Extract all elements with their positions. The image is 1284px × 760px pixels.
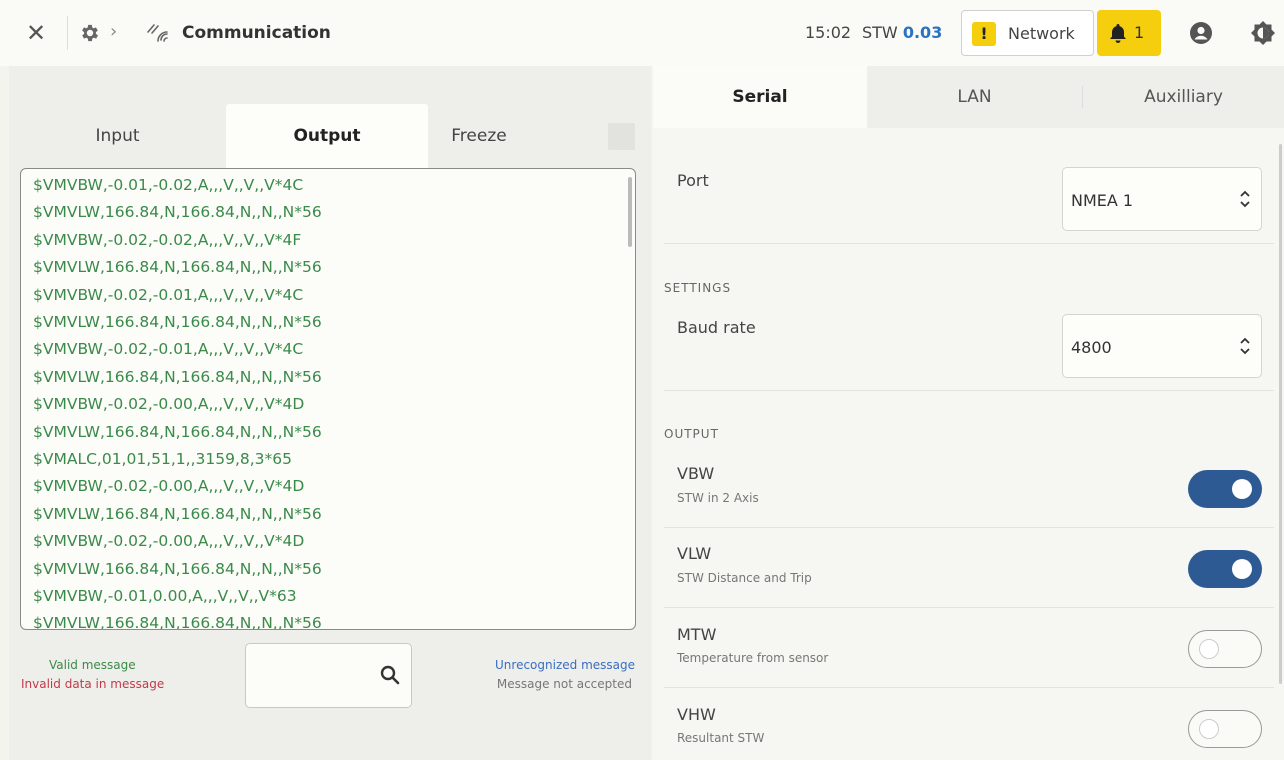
output-vhw-title: VHW (677, 705, 716, 724)
tab-input[interactable]: Input (9, 104, 226, 168)
output-vbw-desc: STW in 2 Axis (677, 491, 759, 505)
log-line: $VMVBW,-0.02,-0.00,A,,,V,,V,,V*4D (33, 477, 305, 496)
log-line: $VMVBW,-0.01,-0.02,A,,,V,,V,,V*4C (33, 176, 304, 194)
divider (664, 687, 1274, 688)
divider (664, 607, 1274, 608)
tab-auxilliary[interactable]: Auxilliary (1083, 66, 1284, 128)
log-line: $VMVLW,166.84,N,166.84,N,,N,,N*56 (33, 504, 322, 523)
log-line: $VMVBW,-0.02,-0.01,A,,,V,,V,,V*4C (33, 285, 304, 304)
port-settings-panel: Serial LAN Auxilliary Port NMEA 1 SETTIN… (653, 66, 1284, 760)
output-vbw-title: VBW (677, 464, 715, 483)
search-box (245, 643, 412, 708)
up-down-chevron-icon (1240, 190, 1250, 208)
legend-not-accepted: Message not accepted (496, 677, 632, 691)
output-vlw-title: VLW (677, 544, 712, 563)
port-value: NMEA 1 (1071, 191, 1134, 210)
search-input[interactable] (256, 662, 366, 690)
port-select[interactable]: NMEA 1 (1062, 167, 1262, 231)
network-status-button[interactable]: ! Network (961, 10, 1094, 56)
log-line: $VMVLW,166.84,N,166.84,N,,N,,N*56 (33, 422, 322, 441)
baud-rate-select[interactable]: 4800 (1062, 314, 1262, 378)
search-icon[interactable] (379, 664, 401, 686)
clock: 15:02 (805, 23, 852, 42)
top-bar: ✕ › Communication 15:02 STW 0.03 ! Netwo… (0, 0, 1284, 66)
stw-label: STW (862, 23, 898, 42)
gear-icon[interactable] (79, 22, 101, 44)
warning-icon: ! (972, 22, 996, 46)
breadcrumb-chevron-icon: › (110, 21, 118, 42)
legend-invalid-data: Invalid data in message (21, 677, 165, 691)
communication-icon (147, 24, 168, 42)
divider (664, 390, 1274, 391)
legend-unrecognized-message: Unrecognized message (495, 658, 635, 672)
log-line: $VMVLW,166.84,N,166.84,N,,N,,N*56 (33, 367, 322, 386)
output-mtw-title: MTW (677, 625, 717, 644)
port-label: Port (677, 171, 709, 190)
network-label: Network (1008, 24, 1075, 43)
stw-value: 0.03 (902, 23, 943, 42)
tab-serial[interactable]: Serial (653, 66, 867, 128)
freeze-checkbox[interactable] (608, 123, 635, 150)
log-line: $VMVBW,-0.02,-0.00,A,,,V,,V,,V*4D (33, 532, 305, 551)
message-monitor-panel: Input Output Freeze $VMVBW,-0.01,-0.02,A… (9, 66, 651, 760)
output-mtw-desc: Temperature from sensor (677, 651, 829, 665)
settings-section-header: SETTINGS (664, 281, 732, 295)
log-line: $VMVBW,-0.01,0.00,A,,,V,,V,,V*63 (33, 587, 297, 605)
stw-readout: STW 0.03 (862, 22, 942, 44)
divider (67, 16, 68, 50)
alerts-button[interactable]: 1 (1097, 10, 1161, 56)
baud-rate-label: Baud rate (677, 318, 756, 337)
toggle-knob (1232, 559, 1252, 579)
output-section-header: OUTPUT (664, 427, 719, 441)
log-line: $VMVBW,-0.02,-0.01,A,,,V,,V,,V*4C (33, 340, 304, 359)
port-type-tabs: Serial LAN Auxilliary (653, 66, 1284, 128)
tab-lan[interactable]: LAN (867, 66, 1082, 128)
output-vlw-desc: STW Distance and Trip (677, 571, 812, 585)
log-line: $VMVLW,166.84,N,166.84,N,,N,,N*56 (33, 559, 322, 578)
divider (664, 243, 1274, 244)
output-vlw-toggle[interactable] (1188, 550, 1262, 588)
baud-rate-value: 4800 (1071, 338, 1112, 357)
up-down-chevron-icon (1240, 337, 1250, 355)
toggle-knob (1199, 719, 1219, 739)
log-line: $VMVLW,166.84,N,166.84,N,,N,,N*56 (33, 258, 322, 277)
divider (664, 527, 1274, 528)
message-log[interactable]: $VMVBW,-0.01,-0.02,A,,,V,,V,,V*4C $VMVLW,… (20, 168, 636, 630)
log-line: $VMVLW,166.84,N,166.84,N,,N,,N*56 (33, 203, 322, 222)
log-scrollbar[interactable] (628, 177, 632, 247)
toggle-knob (1199, 639, 1219, 659)
user-icon[interactable] (1189, 21, 1213, 45)
close-icon[interactable]: ✕ (24, 20, 48, 46)
toggle-knob (1232, 479, 1252, 499)
log-line: $VMVBW,-0.02,-0.02,A,,,V,,V,,V*4F (33, 230, 302, 249)
output-vbw-toggle[interactable] (1188, 470, 1262, 508)
tab-output[interactable]: Output (226, 104, 428, 168)
output-vhw-desc: Resultant STW (677, 731, 765, 745)
alert-count: 1 (1134, 23, 1145, 42)
log-line: $VMVBW,-0.02,-0.00,A,,,V,,V,,V*4D (33, 395, 305, 414)
tab-freeze[interactable]: Freeze (428, 104, 530, 168)
brightness-icon[interactable] (1250, 20, 1276, 46)
legend-valid-message: Valid message (49, 658, 136, 672)
page-title: Communication (182, 23, 331, 43)
log-line: $VMALC,01,01,51,1,,3159,8,3*65 (33, 450, 292, 468)
settings-scrollbar[interactable] (1279, 144, 1282, 684)
log-line: $VMVLW,166.84,N,166.84,N,,N,,N*56 (33, 614, 322, 630)
bell-icon (1110, 24, 1126, 43)
output-vhw-toggle[interactable] (1188, 710, 1262, 748)
log-line: $VMVLW,166.84,N,166.84,N,,N,,N*56 (33, 313, 322, 331)
output-mtw-toggle[interactable] (1188, 630, 1262, 668)
